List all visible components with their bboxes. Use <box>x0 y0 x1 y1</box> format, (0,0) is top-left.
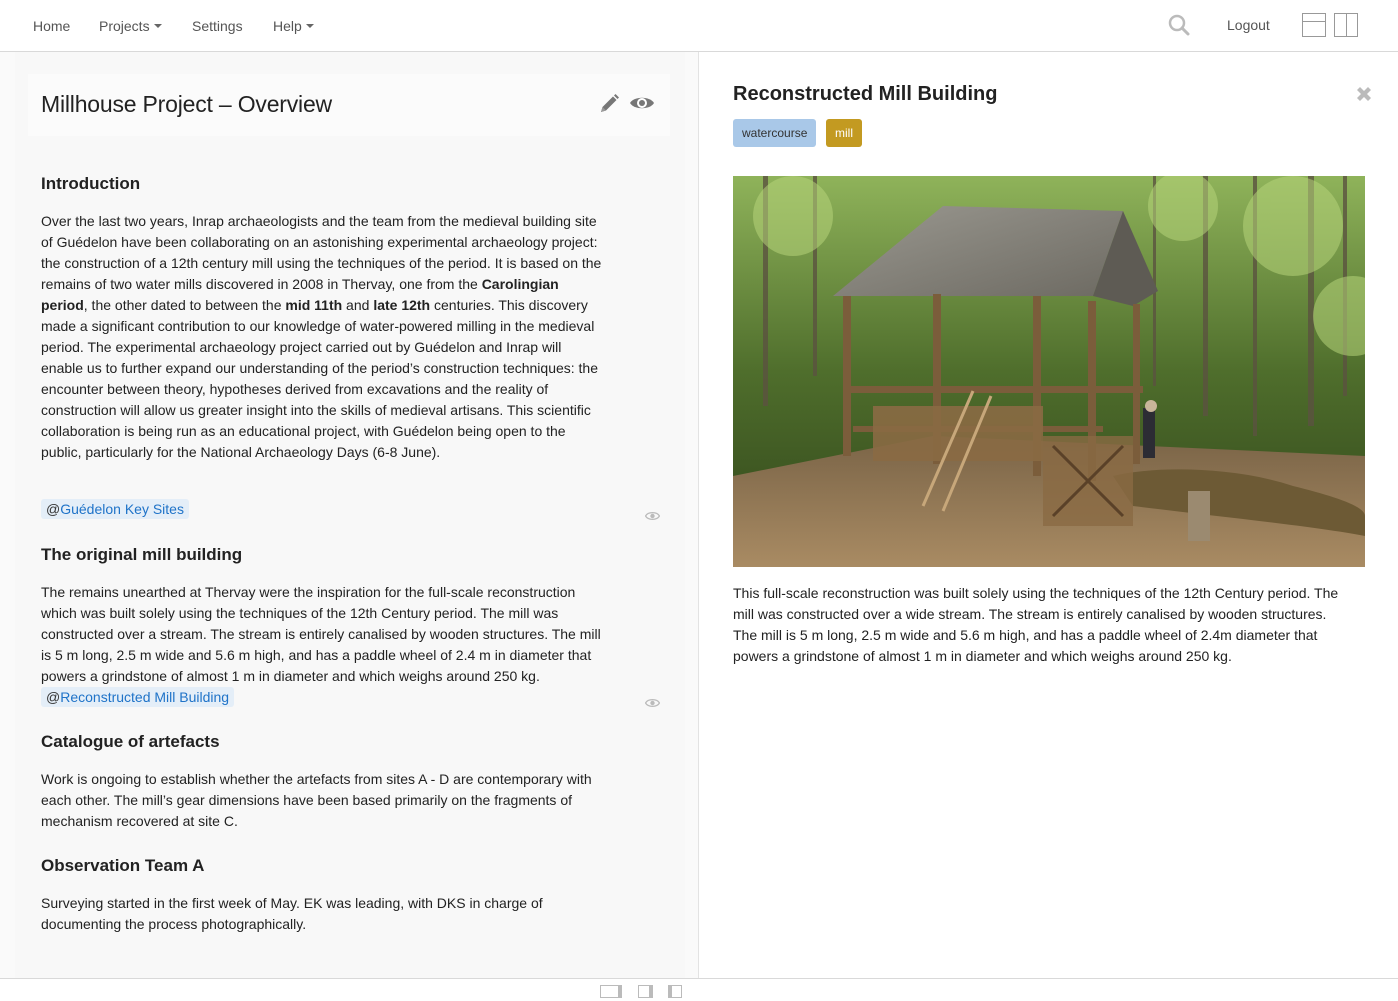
intro-bold-2: mid 11th <box>285 297 343 313</box>
reference-tag-reconstructed-mill[interactable]: @Reconstructed Mill Building <box>41 687 235 707</box>
page-title: Millhouse Project – Overview <box>41 91 332 117</box>
detail-panel: Reconstructed Mill Building watercourse … <box>700 52 1398 978</box>
mill-text: The remains unearthed at Thervay were th… <box>41 584 601 684</box>
chevron-down-icon <box>153 24 162 28</box>
nav-projects-label: Projects <box>99 18 150 34</box>
eye-icon[interactable] <box>645 510 660 522</box>
layout-right-icon[interactable] <box>668 985 682 998</box>
intro-text-4: centuries. This discovery made a signifi… <box>41 297 599 460</box>
nav-help[interactable]: Help <box>273 17 314 35</box>
section-heading-observation-team: Observation Team A <box>41 856 205 875</box>
tag-watercourse[interactable]: watercourse <box>733 119 817 147</box>
logout-link[interactable]: Logout <box>1227 17 1270 33</box>
close-icon[interactable] <box>1354 84 1374 104</box>
intro-text-3: and <box>342 297 374 313</box>
reference-link-label: Reconstructed Mill Building <box>60 689 230 705</box>
mill-photo <box>733 176 1365 567</box>
top-navbar: Home Projects Settings Help Logout <box>0 0 1398 52</box>
section-body-catalogue: Work is ongoing to establish whether the… <box>41 771 592 829</box>
document-panel: Millhouse Project – Overview Introductio… <box>0 52 699 978</box>
nav-help-label: Help <box>273 18 302 34</box>
layout-horizontal-icon[interactable] <box>1302 13 1326 37</box>
detail-description: This full-scale reconstruction was built… <box>733 585 1339 664</box>
reference-at-symbol: @ <box>46 501 61 517</box>
section-heading-introduction: Introduction <box>41 174 141 193</box>
reference-link-label: Guédelon Key Sites <box>60 501 184 517</box>
reference-row-guedelon: @Guédelon Key Sites <box>41 499 607 520</box>
bottom-toolbar <box>0 978 1398 1001</box>
chevron-down-icon <box>305 24 314 28</box>
detail-title: Reconstructed Mill Building <box>733 83 998 105</box>
pencil-icon[interactable] <box>598 93 620 115</box>
layout-split-icon[interactable] <box>638 985 653 998</box>
nav-home[interactable]: Home <box>33 17 70 35</box>
layout-left-icon[interactable] <box>600 985 622 998</box>
search-icon[interactable] <box>1168 14 1190 36</box>
reference-at-symbol: @ <box>46 689 61 705</box>
section-body-observation-team: Surveying started in the first week of M… <box>41 895 543 932</box>
reference-tag-guedelon-key-sites[interactable]: @Guédelon Key Sites <box>41 499 189 519</box>
nav-projects[interactable]: Projects <box>99 17 162 35</box>
intro-text-2: , the other dated to between the <box>83 297 286 313</box>
section-heading-catalogue: Catalogue of artefacts <box>41 732 220 751</box>
eye-icon[interactable] <box>629 93 655 113</box>
intro-bold-3: late 12th <box>373 297 431 313</box>
section-body-introduction: Over the last two years, Inrap archaeolo… <box>41 211 607 463</box>
tag-mill[interactable]: mill <box>826 119 862 147</box>
section-body-original-mill: The remains unearthed at Thervay were th… <box>41 582 607 708</box>
layout-vertical-icon[interactable] <box>1334 13 1358 37</box>
nav-settings[interactable]: Settings <box>192 17 243 35</box>
eye-icon[interactable] <box>645 697 660 709</box>
section-heading-original-mill: The original mill building <box>41 545 243 564</box>
